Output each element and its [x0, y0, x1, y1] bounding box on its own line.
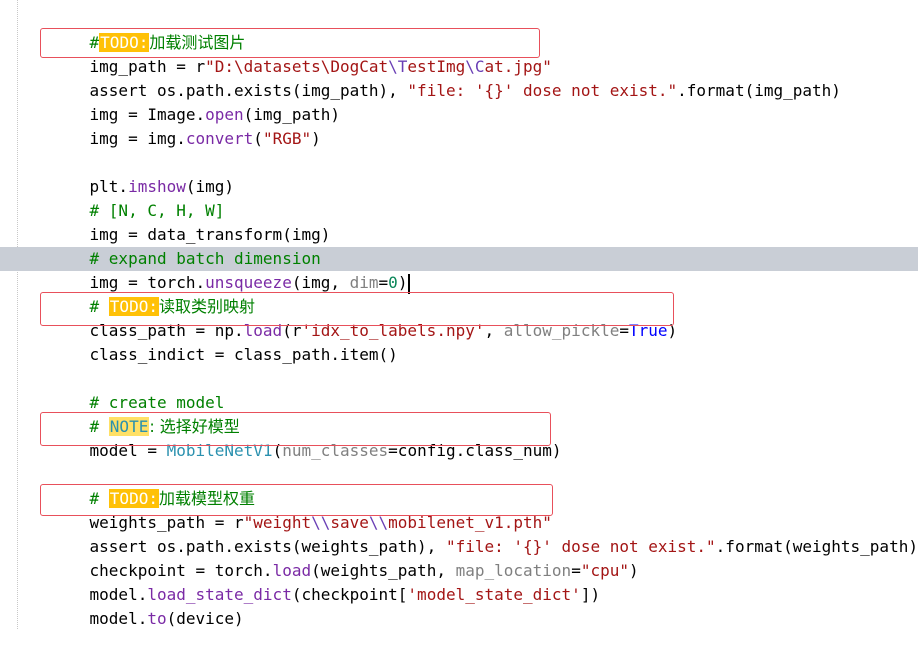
code-line[interactable]: # [N, C, H, W]	[51, 175, 225, 220]
code-editor[interactable]: #TODO:加载测试图片 img_path = r"D:\datasets\Do…	[0, 0, 918, 629]
code-line[interactable]: model.to(device)	[51, 583, 244, 628]
code-text: (	[253, 129, 263, 148]
code-line[interactable]: class_indict = class_path.item()	[51, 319, 398, 364]
code-line[interactable]: checkpoint = torch.load(weights_path, ma…	[51, 535, 639, 580]
number-literal: 0	[388, 273, 398, 292]
code-text: (img,	[291, 273, 350, 292]
code-line[interactable]: #TODO:加载测试图片	[51, 7, 245, 52]
string-literal: 'model_state_dict'	[407, 585, 581, 604]
code-text: ])	[580, 585, 601, 604]
code-text: model.	[89, 609, 148, 628]
indent-guide	[17, 0, 18, 629]
code-line[interactable]: img = data_transform(img)	[51, 199, 331, 244]
keyword-argument: num_classes	[282, 441, 389, 460]
code-text: (device)	[166, 609, 244, 628]
code-text: class_indict = class_path.item()	[89, 345, 398, 364]
code-text: .format(img_path)	[677, 81, 841, 100]
class-name: MobileNetV1	[166, 441, 273, 460]
code-text: ,	[484, 321, 504, 340]
string-literal: "RGB"	[262, 129, 312, 148]
code-line[interactable]: # create model	[51, 367, 225, 412]
code-text: )	[397, 273, 408, 292]
code-line[interactable]: # expand batch dimension	[51, 223, 321, 268]
keyword-argument: allow_pickle	[503, 321, 620, 340]
code-text: (checkpoint[	[291, 585, 408, 604]
method-name: to	[147, 609, 167, 628]
text-caret	[408, 273, 411, 294]
code-text: =config.class_num)	[388, 441, 562, 460]
code-line[interactable]: # TODO:加载模型权重	[51, 463, 255, 508]
code-line-current[interactable]: img = torch.unsqueeze(img, dim=0)	[51, 247, 411, 294]
code-line[interactable]: weights_path = r"weight\\save\\mobilenet…	[51, 487, 552, 532]
string-literal: "file: '{}' dose not exist."	[407, 81, 678, 100]
code-line[interactable]: assert os.path.exists(weights_path), "fi…	[51, 511, 918, 556]
code-text: =	[378, 273, 389, 292]
code-text: model =	[89, 441, 167, 460]
code-line[interactable]: model.load_state_dict(checkpoint['model_…	[51, 559, 601, 604]
code-line[interactable]: img = img.convert("RGB")	[51, 103, 321, 148]
code-text: (	[272, 441, 283, 460]
code-line[interactable]: img = Image.open(img_path)	[51, 79, 340, 124]
code-line[interactable]: # NOTE: 选择好模型	[51, 391, 240, 436]
code-text: )	[629, 561, 639, 580]
method-name: convert	[185, 129, 254, 148]
code-text: img = img.	[89, 129, 186, 148]
code-text: )	[667, 321, 678, 340]
code-text: =	[619, 321, 629, 340]
code-line[interactable]: assert os.path.exists(img_path), "file: …	[51, 55, 841, 100]
code-text: .format(weights_path)	[715, 537, 918, 556]
keyword: True	[628, 321, 668, 340]
code-line[interactable]: class_path = np.load(r'idx_to_labels.npy…	[51, 295, 678, 340]
code-line[interactable]: plt.imshow(img)	[51, 151, 235, 196]
code-line[interactable]: # TODO:读取类别映射	[51, 271, 255, 316]
code-line[interactable]: img_path = r"D:\datasets\DogCat\TestImg\…	[51, 31, 552, 76]
keyword-argument: dim	[349, 273, 379, 292]
code-line[interactable]: model = MobileNetV1(num_classes=config.c…	[51, 415, 562, 460]
code-text: )	[311, 129, 321, 148]
